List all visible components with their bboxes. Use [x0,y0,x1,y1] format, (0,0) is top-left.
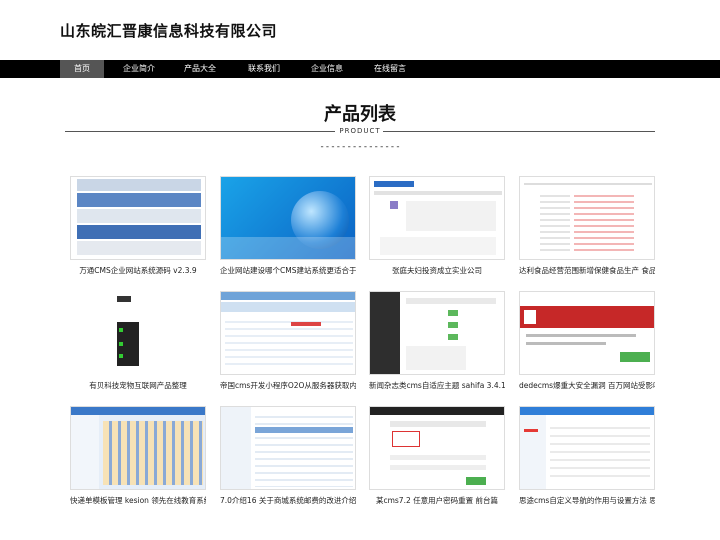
product-caption[interactable]: 快递单模板管理 kesion 领先在线教育系统 [70,495,206,506]
nav-item-home[interactable]: 首页 [60,60,104,78]
product-card[interactable]: 帝国cms开发小程序O2O从服务器获取内容 [220,291,356,391]
section-subtitle: PRODUCT [339,127,381,135]
product-thumbnail[interactable] [519,291,655,375]
nav-item-about[interactable]: 企业简介 [117,60,161,78]
product-thumbnail[interactable] [369,406,505,490]
product-caption[interactable]: 达利食品经营范围新增保健食品生产 食品 [519,265,655,276]
product-thumbnail[interactable] [220,291,356,375]
product-card[interactable]: 万通CMS企业网站系统源码 v2.3.9 [70,176,206,276]
product-caption[interactable]: 新闻杂志类cms自适应主题 sahifa 3.4.1完 [369,380,505,391]
product-caption[interactable]: 某cms7.2 任意用户密码重置 前台篇 [369,495,505,506]
product-card[interactable]: 企业网站建设哪个CMS建站系统更适合于 [220,176,356,276]
site-header: 山东皖汇晋康信息科技有限公司 [0,0,720,60]
product-thumbnail[interactable] [369,176,505,260]
product-thumbnail[interactable] [519,406,655,490]
section-dashes: --------------- [319,142,401,152]
nav-item-products[interactable]: 产品大全 [178,60,222,78]
main-nav: 首页 企业简介 产品大全 联系我们 企业信息 在线留言 [0,60,720,78]
product-card[interactable]: 张庭夫妇投资成立实业公司 [369,176,505,276]
nav-item-info[interactable]: 企业信息 [305,60,349,78]
product-thumbnail[interactable] [70,406,206,490]
product-card[interactable]: 达利食品经营范围新增保健食品生产 食品 [519,176,655,276]
product-caption[interactable]: 有贝科技宠物互联网产品整理 [70,380,206,391]
product-card[interactable]: dedecms爆重大安全漏洞 百万网站受影响 [519,291,655,391]
product-caption[interactable]: 帝国cms开发小程序O2O从服务器获取内容 [220,380,356,391]
product-thumbnail[interactable] [220,176,356,260]
nav-item-message[interactable]: 在线留言 [368,60,412,78]
product-caption[interactable]: 万通CMS企业网站系统源码 v2.3.9 [70,265,206,276]
product-thumbnail[interactable] [220,406,356,490]
product-caption[interactable]: dedecms爆重大安全漏洞 百万网站受影响 [519,380,655,391]
product-card[interactable]: 某cms7.2 任意用户密码重置 前台篇 [369,406,505,506]
product-thumbnail[interactable] [369,291,505,375]
product-caption[interactable]: 张庭夫妇投资成立实业公司 [369,265,505,276]
section-title: 产品列表 [324,104,396,125]
product-card[interactable]: 思途cms自定义导航的作用与设置方法 思 [519,406,655,506]
company-name[interactable]: 山东皖汇晋康信息科技有限公司 [60,20,277,41]
product-card[interactable]: 7.0介绍16 关于商城系统邮费的改进介绍 [220,406,356,506]
product-thumbnail[interactable] [70,291,206,375]
product-caption[interactable]: 企业网站建设哪个CMS建站系统更适合于 [220,265,356,276]
product-card[interactable]: 快递单模板管理 kesion 领先在线教育系统 [70,406,206,506]
product-caption[interactable]: 思途cms自定义导航的作用与设置方法 思 [519,495,655,506]
product-card[interactable]: 新闻杂志类cms自适应主题 sahifa 3.4.1完 [369,291,505,391]
product-thumbnail[interactable] [519,176,655,260]
product-thumbnail[interactable] [70,176,206,260]
nav-item-contact[interactable]: 联系我们 [242,60,286,78]
product-caption[interactable]: 7.0介绍16 关于商城系统邮费的改进介绍 [220,495,356,506]
product-card[interactable]: 有贝科技宠物互联网产品整理 [70,291,206,391]
